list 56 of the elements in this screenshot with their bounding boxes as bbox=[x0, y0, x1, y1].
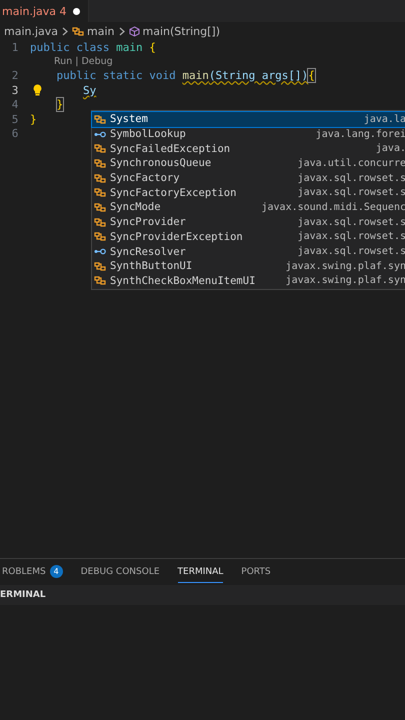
suggestion-item[interactable]: SyncResolver javax.sql.rowset.s bbox=[92, 244, 405, 259]
code-token: public class bbox=[30, 40, 110, 54]
code-token: } bbox=[30, 112, 37, 126]
suggestion-item[interactable]: SyncProvider javax.sql.rowset.s bbox=[92, 214, 405, 230]
line-number: 2 bbox=[10, 69, 20, 82]
class-icon bbox=[94, 158, 106, 169]
suggestion-item[interactable]: SyncFactory javax.sql.rowset.s bbox=[92, 170, 405, 186]
codelens-link[interactable]: Run | Debug bbox=[54, 56, 113, 67]
line-number: 4 bbox=[10, 98, 20, 112]
suggestion-item[interactable]: SynthCheckBoxMenuItemUI javax.swing.plaf.syn bbox=[92, 274, 405, 288]
panel-tab[interactable]: PORTS bbox=[241, 561, 271, 583]
suggestion-item[interactable]: SynthButtonUI javax.swing.plaf.syn bbox=[92, 258, 405, 274]
class-icon bbox=[94, 275, 106, 286]
code-token: Sy bbox=[82, 84, 96, 97]
code-token: } bbox=[56, 98, 64, 112]
class-icon bbox=[94, 202, 106, 213]
class-icon bbox=[94, 143, 106, 154]
code-token: main bbox=[116, 40, 144, 54]
interface-icon bbox=[94, 128, 106, 140]
code-token: (String args[]) bbox=[208, 69, 308, 82]
suggestion-item[interactable]: SyncFailedException java. bbox=[92, 141, 405, 156]
class-icon bbox=[94, 216, 106, 228]
suggestion-item[interactable]: SynchronousQueue java.util.concurre bbox=[92, 156, 405, 171]
line-number: 6 bbox=[10, 127, 20, 140]
code-token: public static void bbox=[56, 69, 177, 82]
breadcrumb-item[interactable]: main bbox=[87, 24, 115, 38]
panel-header: ERMINAL bbox=[0, 585, 405, 605]
lightbulb-icon[interactable] bbox=[32, 84, 43, 96]
line-number: 3 bbox=[10, 84, 20, 97]
chevron-icon bbox=[118, 26, 125, 36]
code-token: main bbox=[182, 69, 209, 82]
problem-count-badge: 4 bbox=[50, 565, 63, 578]
code-token: { bbox=[149, 40, 156, 54]
editor-tab[interactable]: main.java 4 bbox=[0, 0, 89, 22]
class-icon bbox=[94, 172, 106, 184]
class-icon bbox=[94, 114, 106, 125]
breadcrumb-item[interactable]: main(String[]) bbox=[142, 24, 220, 38]
suggestion-item[interactable]: System java.la bbox=[92, 112, 405, 127]
class-icon bbox=[72, 26, 84, 36]
code-token: { bbox=[308, 69, 315, 82]
chevron-icon bbox=[62, 26, 68, 36]
class-icon bbox=[94, 260, 106, 272]
suggestion-item[interactable]: SyncFactoryException javax.sql.rowset.s bbox=[92, 185, 405, 200]
suggestion-item[interactable]: SymbolLookup java.lang.forei bbox=[92, 126, 405, 142]
line-number: 5 bbox=[10, 112, 20, 126]
class-icon bbox=[94, 231, 106, 242]
tab-label: main.java 4 bbox=[2, 4, 67, 18]
line-number: 1 bbox=[10, 40, 20, 54]
cube-icon bbox=[128, 26, 140, 36]
class-icon bbox=[94, 187, 106, 198]
breadcrumb-item[interactable]: main.java bbox=[4, 24, 58, 38]
panel-tab[interactable]: ROBLEMS 4 bbox=[2, 561, 63, 583]
panel-tab[interactable]: DEBUG CONSOLE bbox=[80, 561, 160, 583]
panel-tab[interactable]: TERMINAL bbox=[178, 561, 224, 583]
suggestion-item[interactable]: SyncProviderException javax.sql.rowset.s bbox=[92, 230, 405, 244]
suggestion-item[interactable]: SyncMode javax.sound.midi.Sequenc bbox=[92, 200, 405, 215]
